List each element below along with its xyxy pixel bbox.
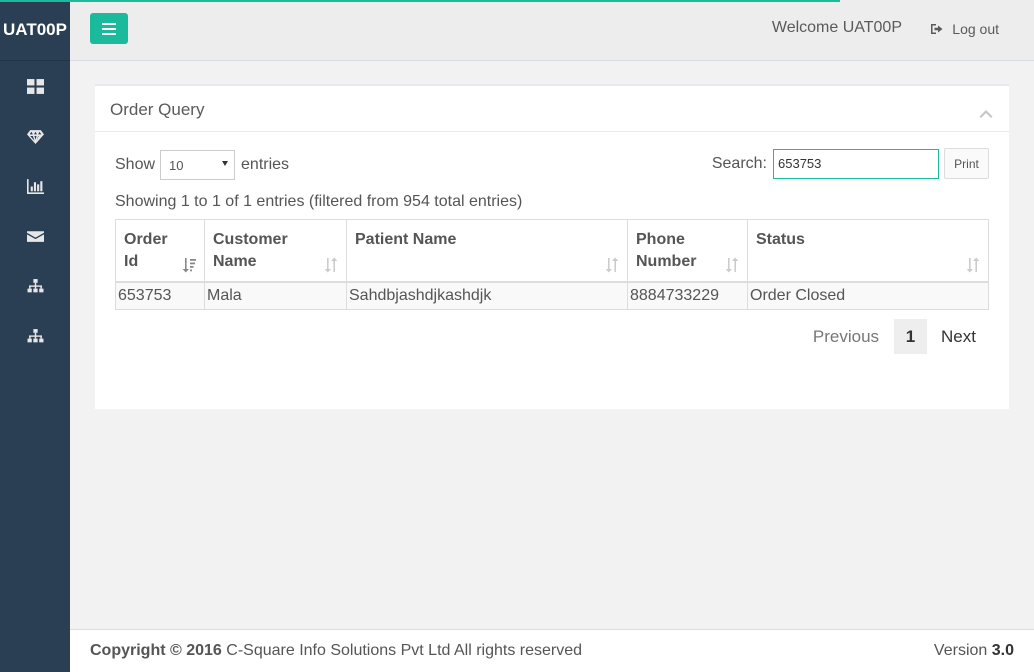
pagination: Previous 1 Next xyxy=(813,319,976,354)
panel-header: Order Query xyxy=(95,86,1009,132)
cell-status: Order Closed xyxy=(747,281,989,310)
column-header-status[interactable]: Status xyxy=(747,219,989,283)
collapse-panel-button[interactable] xyxy=(979,106,993,118)
version-text: Version 3.0 xyxy=(934,642,1014,660)
loading-progress-bar xyxy=(0,0,840,2)
sidebar-item-reports[interactable] xyxy=(0,161,70,211)
sign-out-icon xyxy=(931,24,943,34)
brand-title[interactable]: UAT00P xyxy=(0,0,70,61)
sidebar-item-hierarchy-2[interactable] xyxy=(0,311,70,361)
orders-table: Order Id Customer Name Patient Name Phon… xyxy=(115,219,989,310)
version-label: Version xyxy=(933,642,988,659)
sort-icon xyxy=(324,257,338,273)
sitemap-icon xyxy=(27,328,43,342)
table-header-row: Order Id Customer Name Patient Name Phon… xyxy=(115,219,989,283)
column-label: Customer Name xyxy=(213,231,288,270)
page-1-button[interactable]: 1 xyxy=(894,319,928,354)
sort-desc-icon xyxy=(182,257,196,273)
version-number: 3.0 xyxy=(991,642,1014,659)
menu-toggle-button[interactable] xyxy=(90,13,128,44)
sidebar-item-dashboard[interactable] xyxy=(0,61,70,111)
next-page-button[interactable]: Next xyxy=(941,327,976,347)
chevron-up-icon xyxy=(979,110,993,118)
sort-icon xyxy=(966,257,980,273)
sitemap-icon xyxy=(27,278,43,292)
order-query-panel: Order Query Show 10 entries Search: Prin… xyxy=(95,84,1009,409)
page-size-control: Show 10 entries xyxy=(115,150,289,180)
envelope-icon xyxy=(26,230,44,242)
search-control: Search: Print xyxy=(712,148,989,179)
logout-label: Log out xyxy=(952,21,999,37)
table-info: Showing 1 to 1 of 1 entries (filtered fr… xyxy=(115,193,523,210)
column-header-customer-name[interactable]: Customer Name xyxy=(204,219,347,283)
diamond-icon xyxy=(26,129,44,144)
copyright-text: Copyright © 2016 C-Square Info Solutions… xyxy=(90,642,582,660)
hamburger-icon xyxy=(102,22,116,35)
footer: Copyright © 2016 C-Square Info Solutions… xyxy=(70,629,1034,672)
sidebar-item-diamond[interactable] xyxy=(0,111,70,161)
top-navbar: Welcome UAT00P Log out xyxy=(70,0,1034,61)
search-input[interactable] xyxy=(773,148,939,179)
column-label: Phone Number xyxy=(636,231,697,270)
column-label: Status xyxy=(756,231,805,248)
panel-title: Order Query xyxy=(110,100,205,119)
search-label: Search: xyxy=(711,154,767,172)
dashboard-icon xyxy=(26,78,44,94)
column-label: Order Id xyxy=(124,231,168,270)
welcome-text: Welcome UAT00P xyxy=(771,19,902,36)
column-header-patient-name[interactable]: Patient Name xyxy=(346,219,628,283)
logout-link[interactable]: Log out xyxy=(931,21,999,37)
sidebar: UAT00P xyxy=(0,0,70,672)
copyright-year: Copyright © 2016 xyxy=(90,642,222,659)
bar-chart-icon xyxy=(26,178,44,194)
cell-customer-name: Mala xyxy=(204,281,347,310)
company-text: C-Square Info Solutions Pvt Ltd All righ… xyxy=(226,642,583,659)
page-size-select[interactable]: 10 xyxy=(160,150,236,180)
caret-down-icon xyxy=(222,161,229,166)
page-size-value: 10 xyxy=(169,158,184,173)
column-header-order-id[interactable]: Order Id xyxy=(115,219,205,283)
sidebar-item-messages[interactable] xyxy=(0,211,70,261)
column-header-phone-number[interactable]: Phone Number xyxy=(627,219,748,283)
cell-order-id: 653753 xyxy=(115,281,205,310)
sidebar-item-hierarchy-1[interactable] xyxy=(0,261,70,311)
previous-page-button[interactable]: Previous xyxy=(813,327,879,347)
print-button[interactable]: Print xyxy=(944,148,989,179)
entries-label: entries xyxy=(241,156,290,173)
table-row[interactable]: 653753 Mala Sahdbjashdjkashdjk 888473322… xyxy=(115,281,989,310)
cell-phone-number: 8884733229 xyxy=(627,281,748,310)
sort-icon xyxy=(605,257,619,273)
sort-icon xyxy=(725,257,739,273)
cell-patient-name: Sahdbjashdjkashdjk xyxy=(346,281,628,310)
column-label: Patient Name xyxy=(355,231,457,248)
show-label: Show xyxy=(115,156,156,173)
